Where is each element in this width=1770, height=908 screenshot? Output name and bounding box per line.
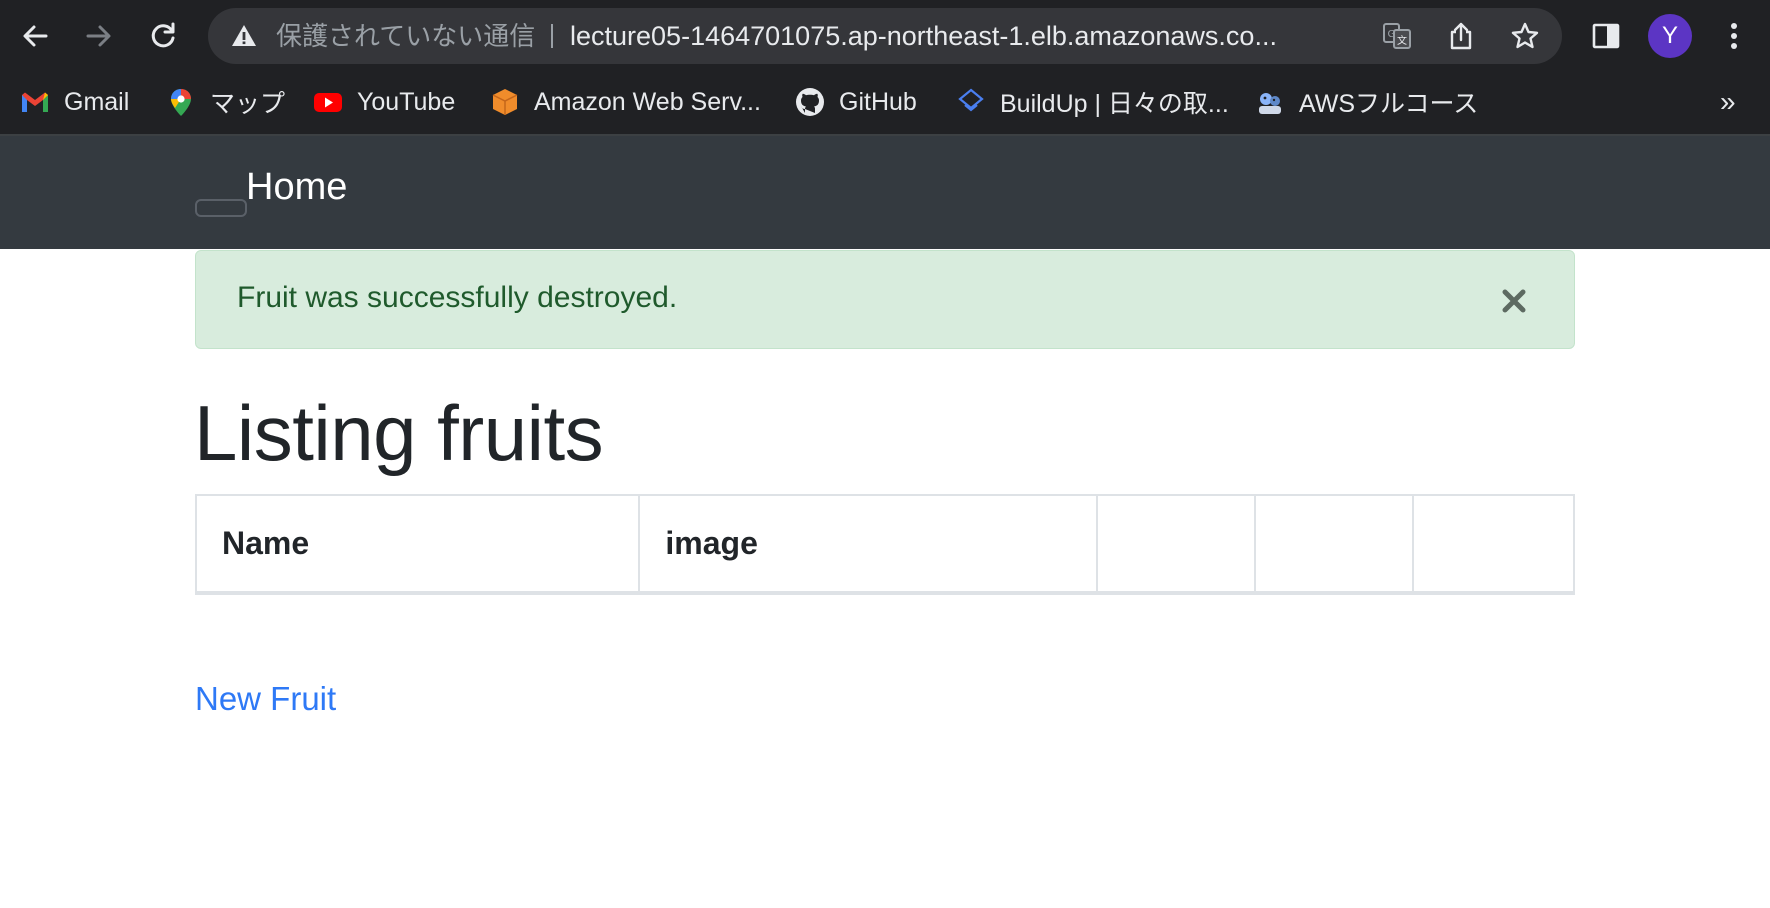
navbar-toggler-button[interactable] — [195, 199, 247, 217]
address-bar[interactable]: 保護されていない通信 lecture05-1464701075.ap-north… — [208, 8, 1562, 64]
back-button[interactable] — [11, 12, 59, 60]
warning-icon — [232, 25, 256, 46]
reload-button[interactable] — [139, 12, 187, 60]
reload-icon — [151, 22, 175, 48]
alert-message: Fruit was successfully destroyed. — [237, 281, 678, 314]
security-status-label[interactable]: 保護されていない通信 — [276, 8, 535, 64]
close-icon[interactable] — [1496, 283, 1532, 319]
bookmark-maps[interactable]: マップ — [166, 82, 285, 122]
aws-course-icon — [1259, 93, 1281, 114]
bookmarks-overflow-button[interactable]: » — [1720, 82, 1736, 122]
bookmark-label: Gmail — [64, 87, 130, 116]
bookmark-label: GitHub — [839, 87, 917, 116]
profile-avatar[interactable]: Y — [1648, 14, 1692, 58]
github-icon — [796, 88, 824, 116]
arrow-right-icon — [86, 25, 111, 47]
more-vert-icon — [1731, 23, 1737, 49]
fruits-table: Name image — [194, 494, 1575, 595]
maps-icon — [171, 89, 191, 116]
bookmark-label: AWSフルコース — [1299, 90, 1479, 118]
arrow-left-icon — [23, 25, 48, 47]
site-navbar: Home — [0, 136, 1770, 249]
success-alert: Fruit was successfully destroyed. — [195, 250, 1575, 349]
svg-text:文: 文 — [1397, 34, 1407, 47]
bookmark-label: YouTube — [357, 87, 456, 116]
buildup-icon — [958, 88, 984, 112]
navbar-brand-home-link[interactable]: Home — [246, 166, 347, 209]
aws-icon — [492, 89, 518, 115]
bookmark-aws-course[interactable]: AWSフルコース — [1255, 82, 1478, 122]
share-icon — [1450, 22, 1472, 50]
column-header-edit — [1254, 494, 1415, 595]
bookmarks-bar: Gmail マップ YouTube Amazon Web Serv... Git… — [0, 72, 1770, 136]
new-fruit-link[interactable]: New Fruit — [195, 680, 336, 718]
bookmark-label: マップ — [210, 90, 286, 118]
bookmark-github[interactable]: GitHub — [795, 82, 917, 122]
menu-button[interactable] — [1710, 12, 1758, 60]
youtube-icon — [314, 93, 342, 112]
side-panel-icon — [1592, 23, 1620, 49]
star-icon — [1511, 22, 1539, 49]
url-text[interactable]: lecture05-1464701075.ap-northeast-1.elb.… — [570, 8, 1370, 64]
gmail-icon — [22, 92, 48, 112]
column-header-show — [1095, 494, 1257, 595]
bookmark-youtube[interactable]: YouTube — [313, 82, 455, 122]
forward-button[interactable] — [75, 12, 123, 60]
bookmark-label: BuildUp | 日々の取... — [1000, 90, 1229, 118]
translate-icon: G 文 — [1383, 23, 1411, 49]
translate-button[interactable]: G 文 — [1374, 18, 1420, 54]
bookmark-buildup[interactable]: BuildUp | 日々の取... — [956, 82, 1229, 122]
bookmark-star-button[interactable] — [1502, 18, 1548, 54]
bookmark-label: Amazon Web Serv... — [534, 87, 761, 116]
table-header-row: Name image — [194, 494, 1575, 595]
browser-toolbar: 保護されていない通信 lecture05-1464701075.ap-north… — [0, 0, 1770, 72]
page-title: Listing fruits — [194, 389, 604, 477]
bookmark-aws[interactable]: Amazon Web Serv... — [490, 82, 761, 122]
column-header-name: Name — [194, 494, 641, 595]
column-header-image: image — [638, 494, 1098, 595]
svg-text:G: G — [1388, 29, 1396, 40]
address-divider — [551, 24, 553, 48]
share-button[interactable] — [1438, 18, 1484, 54]
bookmark-gmail[interactable]: Gmail — [20, 82, 129, 122]
column-header-destroy — [1412, 494, 1575, 595]
side-panel-button[interactable] — [1582, 12, 1630, 60]
